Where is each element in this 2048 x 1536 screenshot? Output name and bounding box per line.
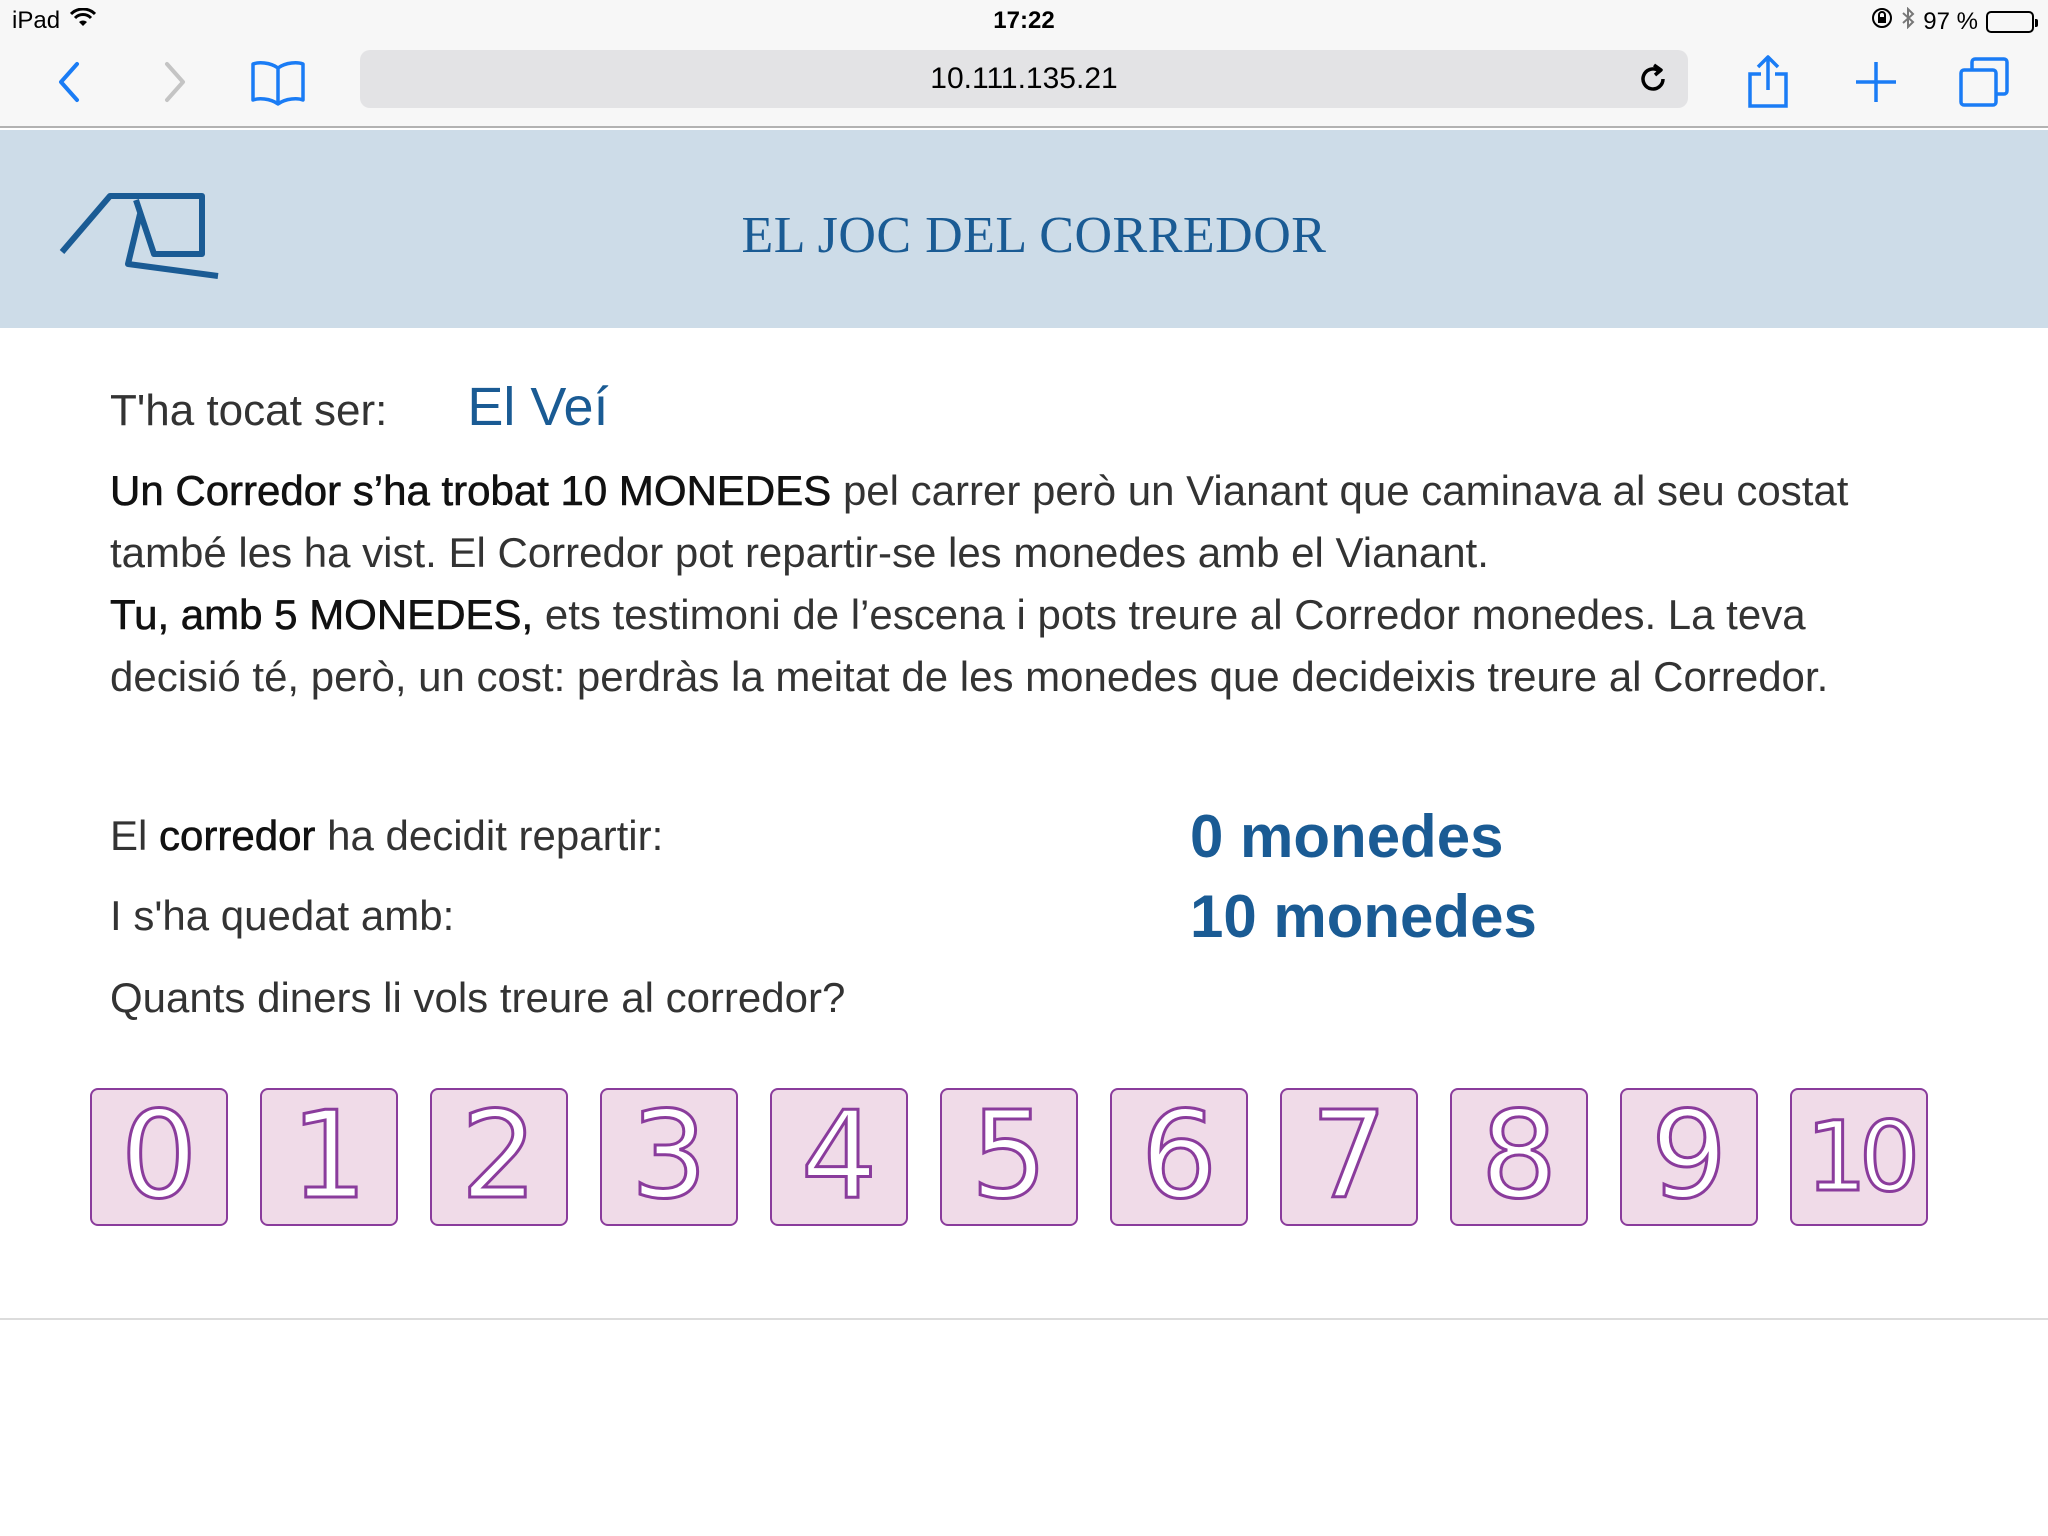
clock: 17:22 [993,7,1055,34]
page-header: EL JOC DEL CORREDOR [0,130,2048,328]
bookmarks-icon[interactable] [248,54,308,110]
choice-button-4[interactable]: 4 [770,1088,908,1226]
choice-button-9[interactable]: 9 [1620,1088,1758,1226]
kept-value: 10 monedes [1190,883,1537,950]
shared-label-bold: corredor [159,812,316,860]
orientation-lock-icon [1871,7,1893,36]
choice-label: 6 [1139,1087,1218,1226]
choice-button-3[interactable]: 3 [600,1088,738,1226]
choice-button-8[interactable]: 8 [1450,1088,1588,1226]
url-text: 10.111.135.21 [930,62,1118,95]
choice-button-7[interactable]: 7 [1280,1088,1418,1226]
status-bar: iPad 17:22 97 % [0,0,2048,42]
choice-label: 4 [799,1087,878,1226]
choice-button-5[interactable]: 5 [940,1088,1078,1226]
role-value: El Veí [467,377,609,437]
back-icon[interactable] [40,54,100,110]
story-text: Un Corredor s’ha trobat 10 MONEDES pel c… [110,460,1930,708]
choice-label: 3 [629,1087,708,1226]
choice-label: 0 [119,1087,198,1226]
address-bar[interactable]: 10.111.135.21 [360,50,1688,108]
role-label: T'ha tocat ser: [110,386,388,435]
battery-percent: 97 % [1923,7,1978,35]
shared-value: 0 monedes [1190,803,1504,870]
choice-button-10[interactable]: 10 [1790,1088,1928,1226]
choice-label: 10 [1804,1101,1921,1213]
choice-label: 9 [1649,1087,1728,1226]
amount-choices: 0 1 2 3 4 5 6 7 8 9 10 [90,1088,1930,1228]
story-p1-bold: Un Corredor s’ha trobat 10 MONEDES [110,467,832,515]
choice-label: 1 [289,1087,368,1226]
shared-label-pre: El [110,812,160,859]
choice-label: 7 [1309,1087,1388,1226]
story-p2-bold: Tu, amb 5 MONEDES, [110,591,534,639]
new-tab-icon[interactable] [1846,54,1906,110]
share-icon[interactable] [1738,54,1798,110]
choice-label: 5 [969,1087,1048,1226]
role-row: T'ha tocat ser: El Veí [110,376,609,438]
choice-label: 8 [1479,1087,1558,1226]
tabs-icon[interactable] [1954,54,2014,110]
question-text: Quants diners li vols treure al corredor… [110,974,846,1021]
choice-button-2[interactable]: 2 [430,1088,568,1226]
reload-icon[interactable] [1636,62,1670,96]
shared-label: El corredor ha decidit repartir: [110,812,663,860]
choice-button-6[interactable]: 6 [1110,1088,1248,1226]
footer-divider [0,1318,2048,1320]
forward-icon[interactable] [144,54,204,110]
bluetooth-icon [1901,6,1915,36]
battery-icon [1986,10,2038,33]
choice-label: 2 [459,1087,538,1226]
choice-button-0[interactable]: 0 [90,1088,228,1226]
kept-label: I s'ha quedat amb: [110,892,455,939]
browser-toolbar: 10.111.135.21 [0,42,2048,128]
page-title: EL JOC DEL CORREDOR [741,207,1327,264]
shared-label-post: ha decidit repartir: [315,812,664,859]
choice-button-1[interactable]: 1 [260,1088,398,1226]
